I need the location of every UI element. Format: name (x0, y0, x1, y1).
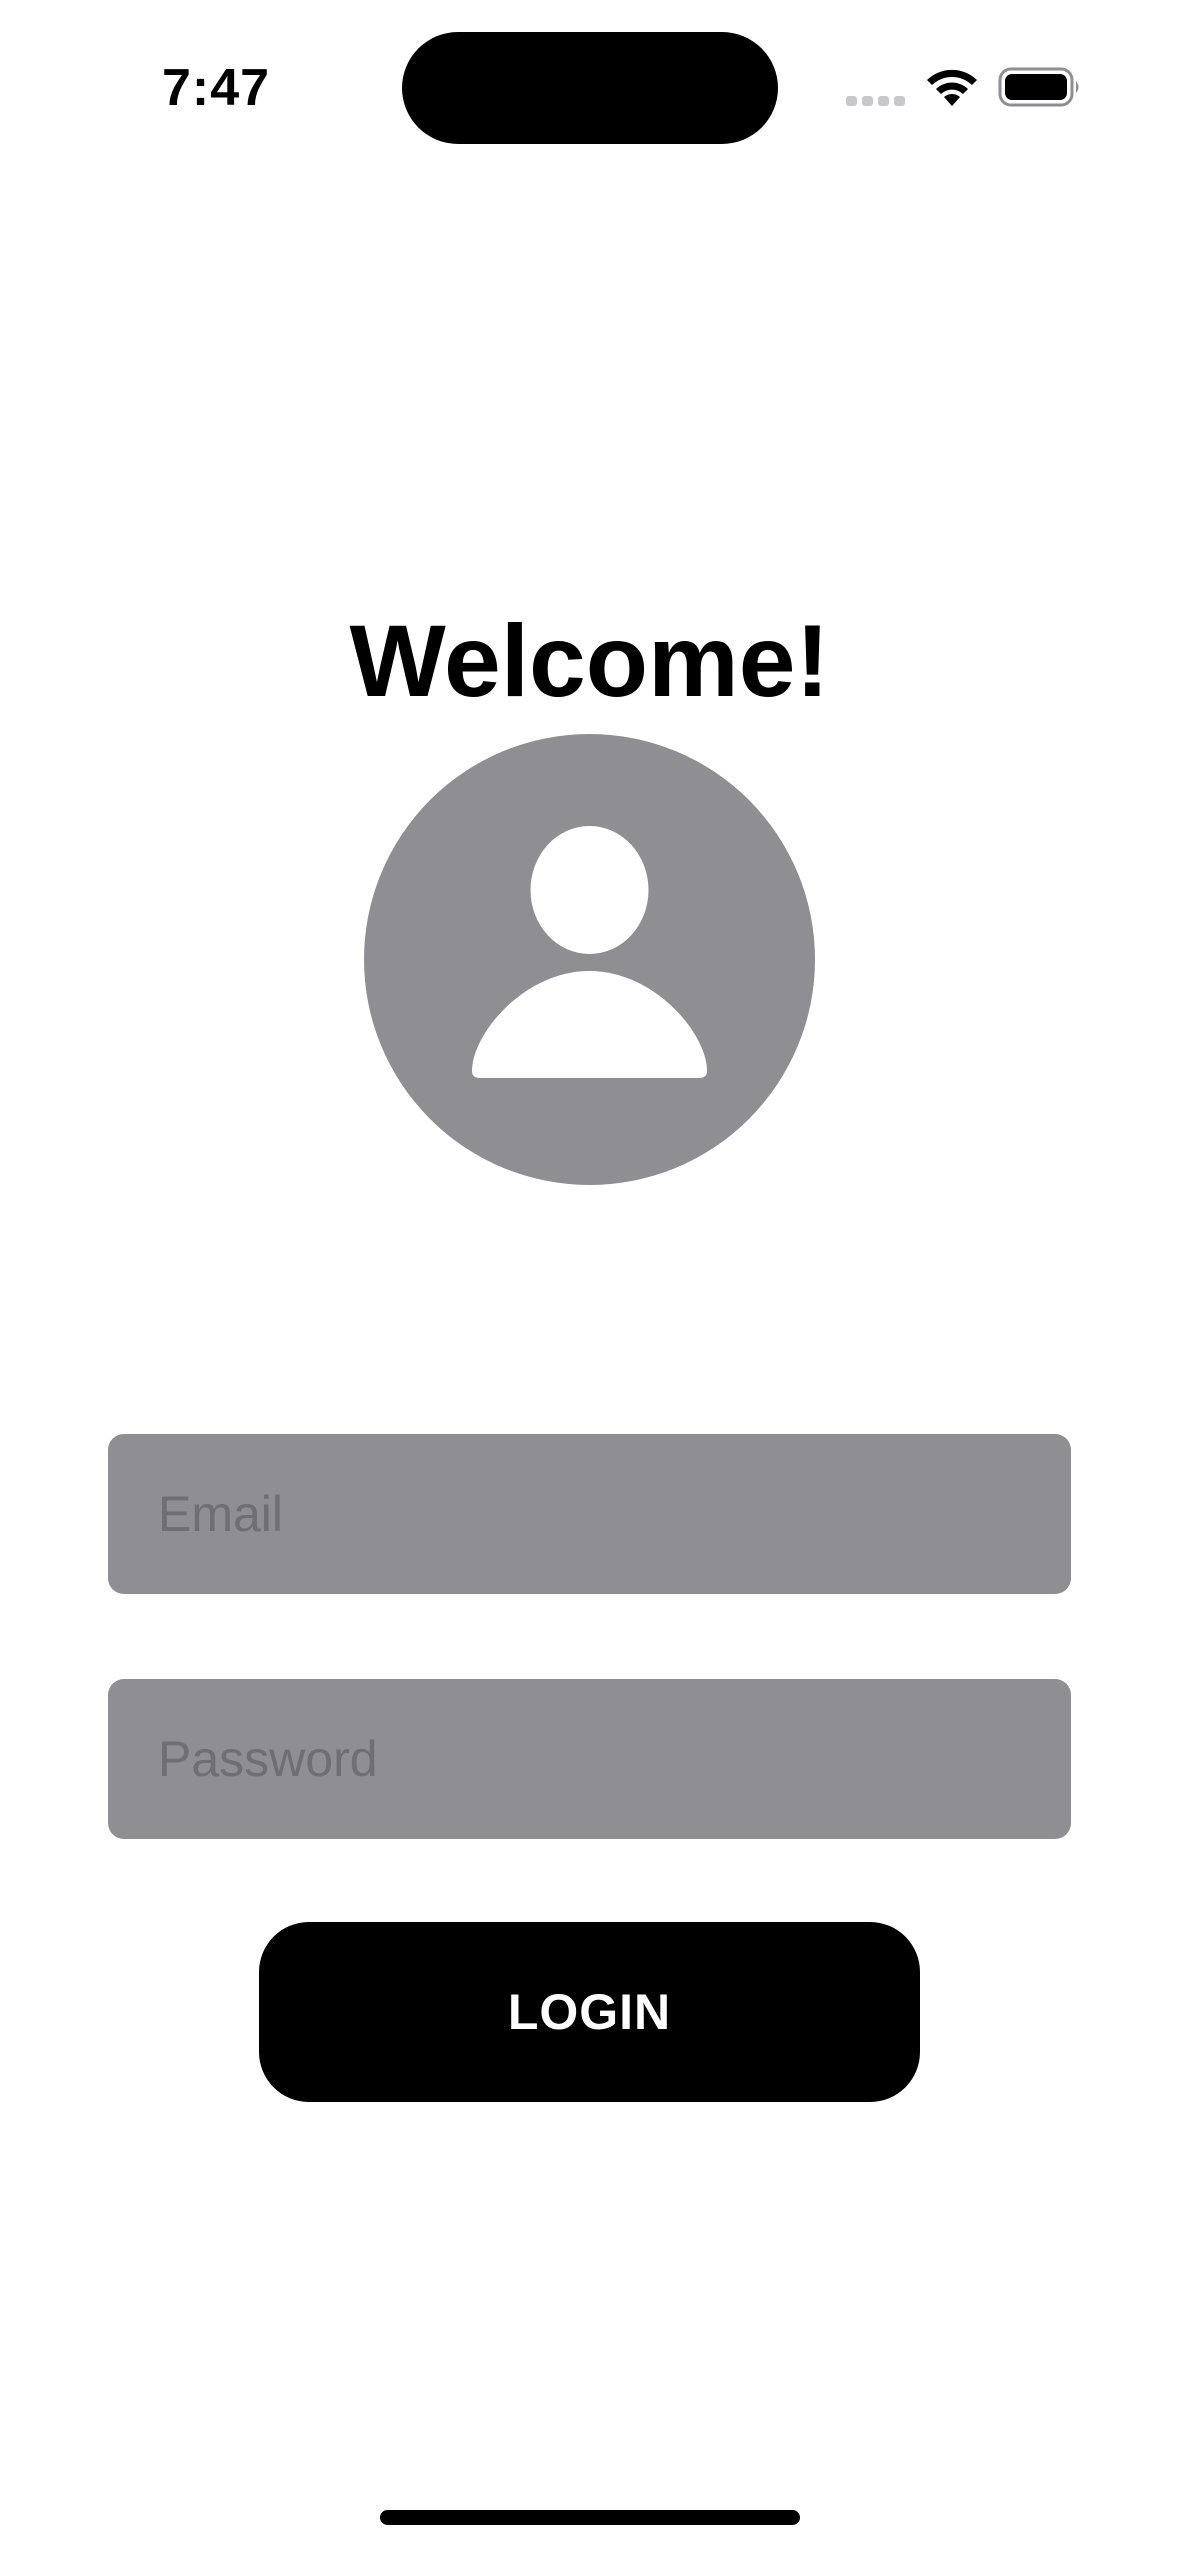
password-field[interactable] (108, 1679, 1071, 1839)
battery-icon (998, 67, 1079, 107)
page-title: Welcome! (349, 604, 830, 719)
person-circle-icon (364, 734, 815, 1185)
email-input[interactable] (158, 1434, 1071, 1594)
home-indicator[interactable] (380, 2510, 800, 2525)
wifi-icon (927, 69, 977, 106)
password-input[interactable] (158, 1679, 1071, 1839)
email-field[interactable] (108, 1434, 1071, 1594)
status-time: 7:47 (162, 59, 271, 117)
login-button[interactable]: LOGIN (259, 1922, 920, 2102)
cellular-signal-icon (846, 96, 905, 106)
dynamic-island (402, 32, 778, 144)
